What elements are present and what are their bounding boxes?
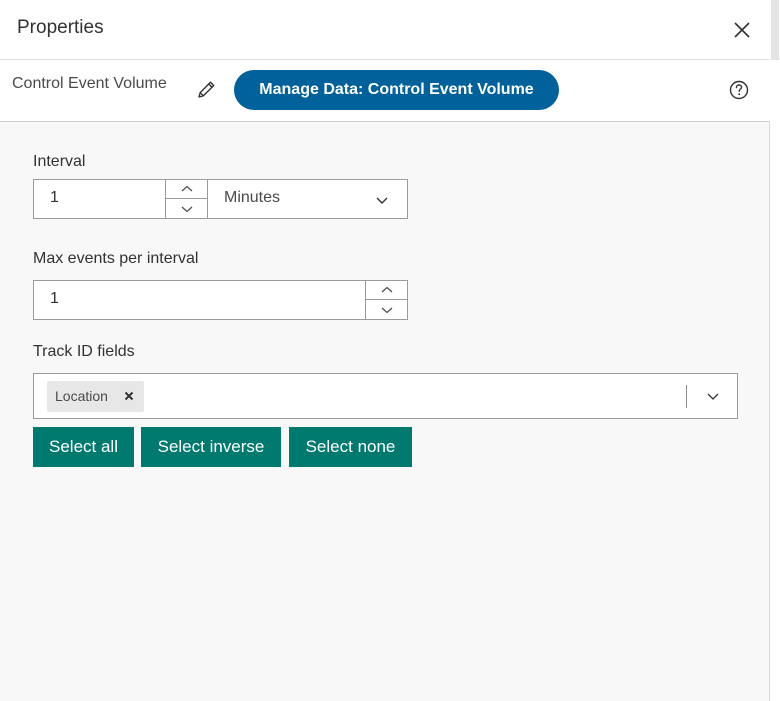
properties-panel: Properties Control Event Volume Manage D… bbox=[0, 0, 770, 701]
chevron-down-icon[interactable] bbox=[706, 389, 720, 403]
select-inverse-button[interactable]: Select inverse bbox=[141, 427, 281, 467]
edit-name-button[interactable] bbox=[195, 79, 217, 101]
x-icon[interactable] bbox=[122, 389, 136, 403]
close-button[interactable] bbox=[728, 16, 756, 44]
track-id-multiselect[interactable]: Location bbox=[33, 373, 738, 419]
max-events-increment-button[interactable] bbox=[366, 281, 407, 300]
help-button[interactable] bbox=[728, 79, 750, 101]
interval-unit-value: Minutes bbox=[224, 189, 281, 206]
max-events-input[interactable]: 1 bbox=[33, 280, 408, 320]
max-events-stepper bbox=[365, 281, 407, 319]
scrollbar-track[interactable] bbox=[770, 0, 780, 701]
chevron-up-icon bbox=[181, 185, 192, 192]
interval-unit-select[interactable]: Minutes bbox=[207, 179, 408, 219]
pencil-icon bbox=[198, 81, 215, 98]
panel-title: Properties bbox=[17, 17, 104, 38]
interval-value: 1 bbox=[50, 189, 59, 206]
node-name: Control Event Volume bbox=[12, 75, 167, 92]
chevron-down-icon bbox=[376, 197, 388, 204]
interval-stepper bbox=[165, 180, 207, 218]
interval-input[interactable]: 1 bbox=[33, 179, 208, 219]
close-icon bbox=[734, 22, 750, 38]
select-none-button[interactable]: Select none bbox=[289, 427, 412, 467]
track-id-label: Track ID fields bbox=[33, 343, 135, 360]
chip-label: Location bbox=[55, 388, 108, 404]
interval-increment-button[interactable] bbox=[166, 180, 207, 199]
panel-header: Properties bbox=[0, 0, 770, 60]
interval-decrement-button[interactable] bbox=[166, 199, 207, 218]
question-circle-icon bbox=[729, 80, 749, 100]
manage-data-button[interactable]: Manage Data: Control Event Volume bbox=[234, 70, 559, 110]
chevron-up-icon bbox=[381, 286, 392, 293]
multiselect-divider bbox=[686, 385, 687, 408]
scrollbar-thumb[interactable] bbox=[771, 0, 779, 60]
max-events-value: 1 bbox=[50, 290, 59, 307]
max-events-decrement-button[interactable] bbox=[366, 300, 407, 319]
track-id-chip: Location bbox=[47, 381, 144, 412]
max-events-label: Max events per interval bbox=[33, 250, 199, 267]
select-all-button[interactable]: Select all bbox=[33, 427, 134, 467]
chevron-down-icon bbox=[181, 206, 192, 212]
node-toolbar: Control Event Volume Manage Data: Contro… bbox=[0, 60, 770, 122]
interval-label: Interval bbox=[33, 153, 86, 170]
chevron-down-icon bbox=[381, 307, 392, 313]
